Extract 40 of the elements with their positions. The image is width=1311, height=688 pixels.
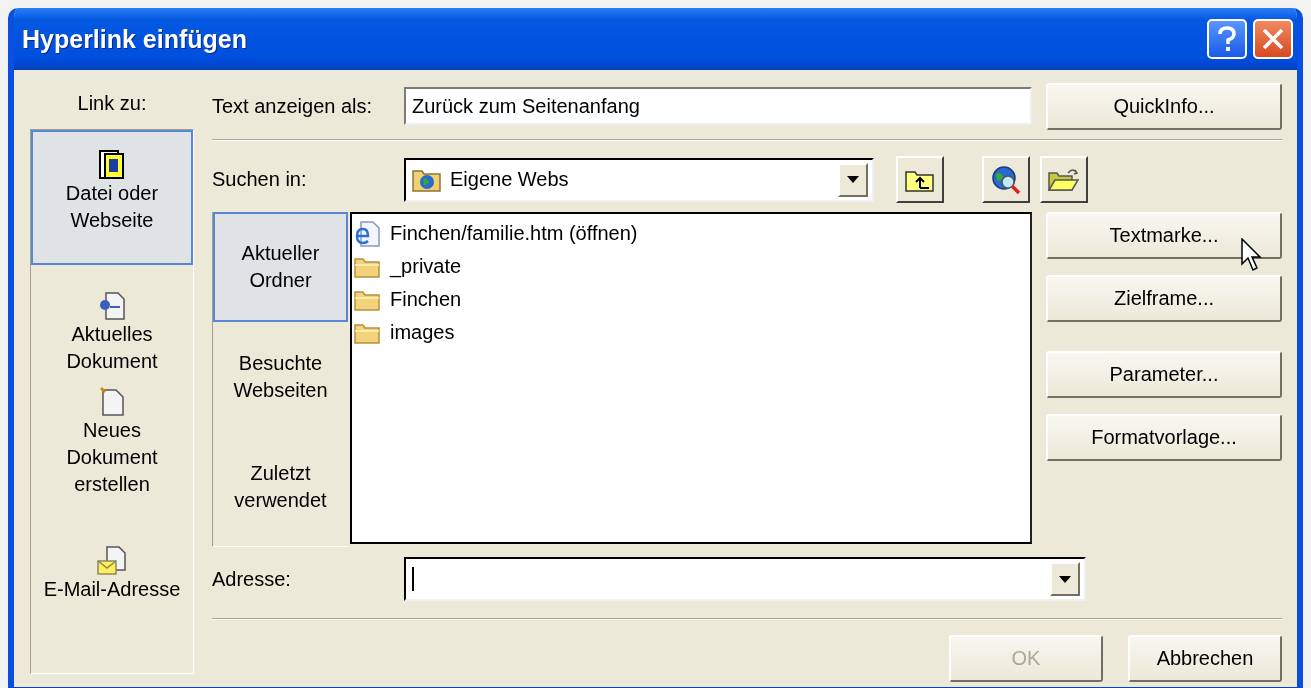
link-to-label: Link zu: xyxy=(77,92,147,115)
target-frame-button[interactable]: Zielframe... xyxy=(1046,275,1282,322)
address-label: Adresse: xyxy=(212,567,292,591)
link-type-item[interactable]: Datei oder Webseite xyxy=(31,130,193,265)
file-list-item[interactable]: _private xyxy=(352,250,1030,283)
help-icon xyxy=(1216,26,1238,52)
link-type-item[interactable]: Aktuelles Dokument xyxy=(31,265,193,381)
close-button[interactable] xyxy=(1253,19,1293,59)
file-list-item[interactable]: Finchen xyxy=(352,283,1030,316)
places-item[interactable]: Besuchte Webseiten xyxy=(213,322,348,432)
close-icon xyxy=(1262,28,1284,50)
web-page-icon xyxy=(354,220,380,247)
parameters-button[interactable]: Parameter... xyxy=(1046,351,1282,398)
browse-web-button[interactable] xyxy=(982,156,1030,203)
places-item[interactable]: Zuletzt verwendet xyxy=(213,432,348,542)
link-type-item[interactable]: E-Mail-Adresse xyxy=(31,504,193,609)
help-button[interactable] xyxy=(1207,19,1247,59)
link-type-item[interactable]: Neues Dokument erstellen xyxy=(31,381,193,504)
look-in-label: Suchen in: xyxy=(212,168,308,191)
style-button[interactable]: Formatvorlage... xyxy=(1046,414,1282,461)
cancel-button[interactable]: Abbrechen xyxy=(1128,635,1282,682)
display-text-label: Text anzeigen als: xyxy=(212,94,374,118)
file-list-item[interactable]: images xyxy=(352,316,1030,349)
open-folder-icon xyxy=(1048,166,1080,193)
bookmark-button[interactable]: Textmarke... xyxy=(1046,212,1282,259)
address-field[interactable] xyxy=(404,557,1086,601)
window-title: Hyperlink einfügen xyxy=(22,24,248,54)
globe-search-icon xyxy=(991,164,1021,195)
places-item[interactable]: Aktueller Ordner xyxy=(213,212,348,322)
browse-file-button[interactable] xyxy=(1040,156,1088,203)
mouse-pointer-icon xyxy=(1241,238,1263,272)
look-in-dropdown[interactable]: Eigene Webs xyxy=(404,157,874,202)
new-document-icon xyxy=(99,387,125,417)
email-document-icon xyxy=(97,546,127,576)
display-text-field[interactable]: Zurück zum Seitenanfang xyxy=(404,87,1032,125)
screentip-button[interactable]: QuickInfo... xyxy=(1046,82,1282,130)
document-icon xyxy=(98,291,126,321)
up-folder-button[interactable] xyxy=(896,156,944,203)
file-list-item[interactable]: Finchen/familie.htm (öffnen) xyxy=(352,217,1030,250)
document-icon xyxy=(99,150,125,180)
